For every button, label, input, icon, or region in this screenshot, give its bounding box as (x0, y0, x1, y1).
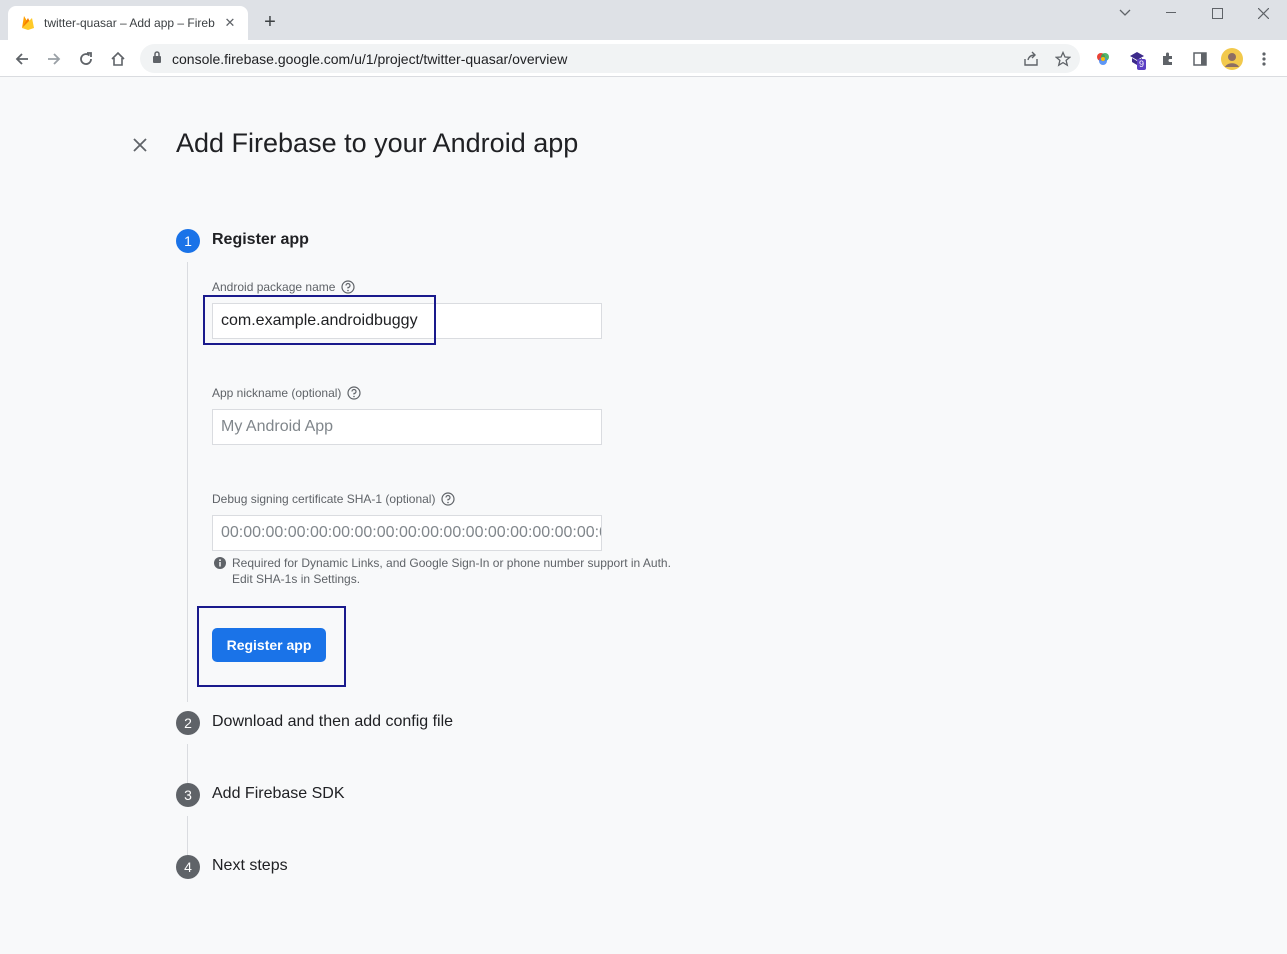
help-icon[interactable] (441, 492, 456, 506)
minimize-button[interactable] (1148, 0, 1194, 26)
profile-avatar[interactable] (1219, 46, 1245, 72)
url-text: console.firebase.google.com/u/1/project/… (172, 50, 568, 67)
extension-badge-count: 9 (1137, 59, 1147, 70)
tab-search-icon[interactable] (1102, 0, 1148, 26)
step-label-register-app: Register app (212, 231, 309, 248)
color-extension-icon[interactable] (1090, 46, 1116, 72)
browser-menu-icon[interactable] (1251, 46, 1277, 72)
step-number-4: 4 (176, 855, 200, 879)
browser-toolbar: console.firebase.google.com/u/1/project/… (0, 40, 1287, 77)
nickname-input[interactable]: My Android App (212, 409, 602, 445)
help-icon[interactable] (347, 386, 362, 400)
sha-label-text: Debug signing certificate SHA-1 (optiona… (212, 492, 436, 506)
step-label-add-sdk: Add Firebase SDK (212, 785, 345, 802)
close-icon[interactable] (128, 133, 152, 157)
tab-title: twitter-quasar – Add app – Fireb (44, 16, 215, 30)
step-connector (187, 744, 188, 784)
page-title: Add Firebase to your Android app (176, 128, 579, 158)
extension-badge-icon[interactable]: 9 (1124, 46, 1150, 72)
address-bar[interactable]: console.firebase.google.com/u/1/project/… (140, 44, 1080, 73)
info-line-2: Edit SHA-1s in Settings. (232, 572, 361, 586)
new-tab-button[interactable]: + (258, 10, 282, 34)
step-number-1: 1 (176, 229, 200, 253)
tab-close-icon[interactable]: ✕ (220, 13, 240, 33)
close-window-button[interactable] (1240, 0, 1286, 26)
step-number-2: 2 (176, 711, 200, 735)
bookmark-star-icon[interactable] (1054, 50, 1072, 68)
step-label-next-steps: Next steps (212, 857, 288, 874)
step-connector (187, 262, 188, 702)
package-name-label-text: Android package name (212, 280, 336, 294)
firebase-icon (20, 15, 36, 31)
side-panel-icon[interactable] (1187, 46, 1213, 72)
reload-icon[interactable] (73, 46, 99, 72)
info-icon (214, 557, 226, 569)
home-icon[interactable] (105, 46, 131, 72)
info-text: Required for Dynamic Links, and Google S… (232, 555, 671, 587)
highlight-box-register (197, 606, 346, 687)
extensions-puzzle-icon[interactable] (1155, 46, 1181, 72)
info-line-1: Required for Dynamic Links, and Google S… (232, 556, 671, 570)
highlight-box-package-name (203, 295, 436, 345)
help-icon[interactable] (341, 280, 356, 294)
lock-icon[interactable] (152, 50, 162, 68)
nickname-label-text: App nickname (optional) (212, 386, 342, 400)
step-label-download-config: Download and then add config file (212, 713, 454, 730)
share-icon[interactable] (1022, 50, 1040, 68)
step-number-3: 3 (176, 783, 200, 807)
browser-tab[interactable]: twitter-quasar – Add app – Fireb ✕ (8, 6, 248, 40)
package-name-label: Android package name (212, 280, 356, 294)
nickname-label: App nickname (optional) (212, 386, 362, 400)
sha-input[interactable]: 00:00:00:00:00:00:00:00:00:00:00:00:00:0… (212, 515, 602, 551)
tab-strip: twitter-quasar – Add app – Fireb ✕ + (0, 0, 1287, 40)
maximize-button[interactable] (1194, 0, 1240, 26)
forward-arrow-icon[interactable] (41, 46, 67, 72)
info-note: Required for Dynamic Links, and Google S… (214, 555, 684, 587)
sha-label: Debug signing certificate SHA-1 (optiona… (212, 492, 456, 506)
back-arrow-icon[interactable] (9, 46, 35, 72)
step-connector (187, 816, 188, 856)
